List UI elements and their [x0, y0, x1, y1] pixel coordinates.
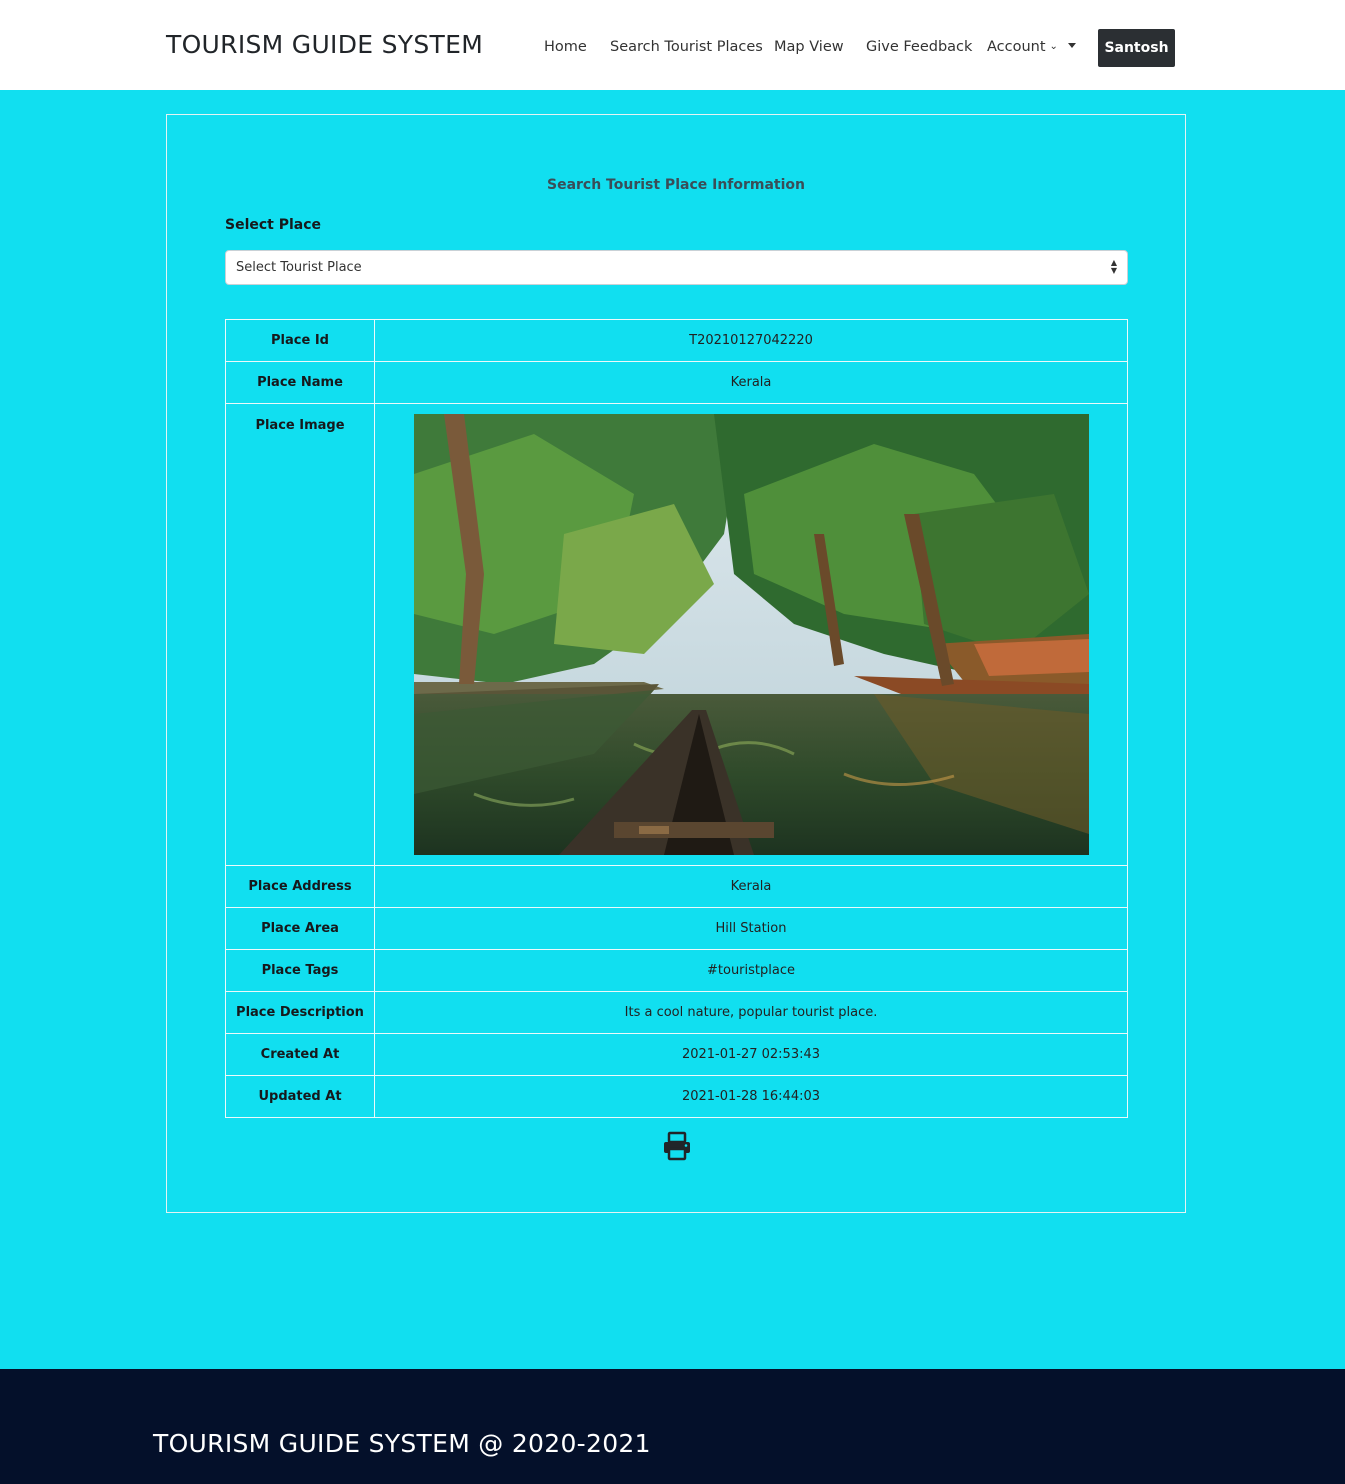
user-button[interactable]: Santosh [1098, 29, 1175, 67]
place-area-label: Place Area [225, 907, 375, 950]
place-address-value: Kerala [374, 865, 1128, 908]
caret-down-icon [1067, 43, 1076, 48]
place-description-label: Place Description [225, 991, 375, 1034]
card-title: Search Tourist Place Information [546, 177, 806, 193]
created-at-label: Created At [225, 1033, 375, 1076]
place-name-label: Place Name [225, 361, 375, 404]
tourist-place-select[interactable]: Select Tourist Place ▲ ▼ [225, 250, 1128, 285]
table-row: Place Name Kerala [225, 361, 1128, 404]
table-row: Updated At 2021-01-28 16:44:03 [225, 1075, 1128, 1118]
place-image [413, 414, 1089, 855]
footer: TOURISM GUIDE SYSTEM @ 2020-2021 [0, 1369, 1345, 1484]
table-row: Place Description Its a cool nature, pop… [225, 991, 1128, 1034]
table-row: Place Tags #touristplace [225, 949, 1128, 992]
table-row: Place Area Hill Station [225, 907, 1128, 950]
table-row: Place Id T20210127042220 [225, 319, 1128, 362]
place-description-value: Its a cool nature, popular tourist place… [374, 991, 1128, 1034]
place-details-table: Place Id T20210127042220 Place Name Kera… [225, 319, 1128, 1118]
place-name-value: Kerala [374, 361, 1128, 404]
place-address-label: Place Address [225, 865, 375, 908]
place-image-label: Place Image [225, 403, 375, 866]
footer-text: TOURISM GUIDE SYSTEM @ 2020-2021 [153, 1429, 651, 1458]
place-id-value: T20210127042220 [374, 319, 1128, 362]
updated-at-value: 2021-01-28 16:44:03 [374, 1075, 1128, 1118]
navbar: TOURISM GUIDE SYSTEM Home Search Tourist… [0, 0, 1345, 90]
place-tags-label: Place Tags [225, 949, 375, 992]
nav-give-feedback[interactable]: Give Feedback [866, 39, 972, 55]
table-row: Created At 2021-01-27 02:53:43 [225, 1033, 1128, 1076]
table-row: Place Image [225, 403, 1128, 866]
select-place-label: Select Place [225, 217, 322, 233]
nav-home[interactable]: Home [544, 39, 587, 55]
search-card: Search Tourist Place Information Select … [166, 114, 1186, 1213]
print-icon[interactable] [662, 1131, 692, 1161]
nav-map-view[interactable]: Map View [774, 39, 844, 55]
brand-title[interactable]: TOURISM GUIDE SYSTEM [166, 30, 483, 59]
nav-search-tourist-places[interactable]: Search Tourist Places [610, 39, 763, 55]
updated-at-label: Updated At [225, 1075, 375, 1118]
place-tags-value: #touristplace [374, 949, 1128, 992]
place-image-cell [374, 403, 1128, 866]
select-arrows-icon: ▲ ▼ [1110, 258, 1117, 275]
chevron-down-icon: ⌄ [1049, 41, 1058, 52]
nav-account-dropdown[interactable]: Account ⌄ [987, 39, 1076, 55]
place-id-label: Place Id [225, 319, 375, 362]
nav-account-label: Account [987, 39, 1046, 55]
table-row: Place Address Kerala [225, 865, 1128, 908]
place-area-value: Hill Station [374, 907, 1128, 950]
select-value: Select Tourist Place [236, 260, 362, 275]
created-at-value: 2021-01-27 02:53:43 [374, 1033, 1128, 1076]
